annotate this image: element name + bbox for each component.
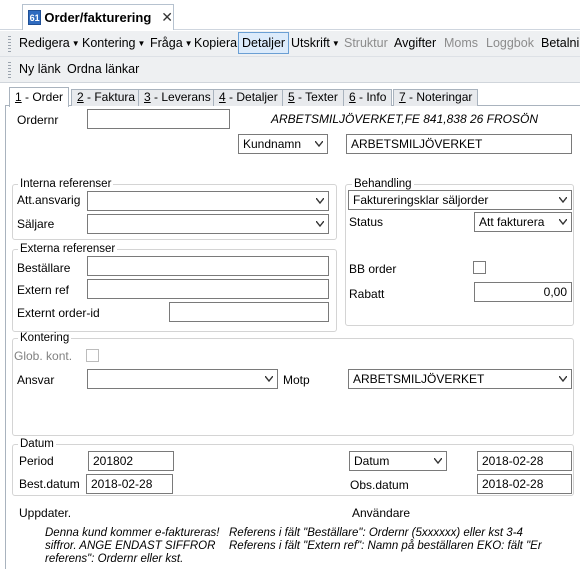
- caret-down-icon: ▼: [71, 39, 80, 48]
- chevron-down-icon: [265, 376, 273, 382]
- motp-label: Motp: [283, 373, 310, 387]
- status-select[interactable]: Att fakturera: [474, 212, 572, 232]
- toolbar-grip-icon[interactable]: [8, 62, 11, 78]
- rabatt-label: Rabatt: [349, 287, 385, 301]
- datum-title: Datum: [18, 438, 56, 450]
- motp-select[interactable]: ARBETSMILJÖVERKET: [348, 369, 572, 389]
- tab-detaljer[interactable]: 4 - Detaljer: [213, 89, 284, 106]
- chevron-down-icon: [316, 198, 324, 204]
- arrange-links-button[interactable]: Ordna länkar: [67, 62, 139, 76]
- betalningar-button[interactable]: Betalningar: [541, 36, 580, 50]
- tab-order[interactable]: 1 - Order: [9, 87, 70, 107]
- menu-redigera[interactable]: Redigera ▼: [19, 36, 80, 50]
- tab-strip: 1 - Order 2 - Faktura 3 - Leverans 4 - D…: [0, 87, 580, 107]
- main-toolbar: Redigera ▼ Kontering ▼ Fråga ▼ Kopiera Deta…: [0, 31, 580, 57]
- chevron-down-icon: [315, 141, 323, 147]
- saljare-label: Säljare: [17, 217, 55, 231]
- chevron-down-icon: [559, 219, 567, 225]
- loggbok-button[interactable]: Loggbok: [486, 36, 534, 50]
- close-icon[interactable]: ✕: [161, 9, 173, 26]
- new-link-button[interactable]: Ny länk: [19, 62, 61, 76]
- note-left: Denna kund kommer e-faktureras! siffror.…: [45, 527, 220, 565]
- externt-order-id-label: Externt order-id: [17, 306, 100, 320]
- tab-texter[interactable]: 5 - Texter: [282, 89, 344, 106]
- menu-utskrift[interactable]: Utskrift ▼: [291, 36, 340, 50]
- kontering-title: Kontering: [18, 332, 72, 344]
- handling-title: Behandling: [352, 178, 414, 190]
- moms-button[interactable]: Moms: [444, 36, 478, 50]
- bestallare-label: Beställare: [17, 261, 71, 275]
- window-title: Order/fakturering: [44, 10, 152, 25]
- ansvar-label: Ansvar: [17, 373, 55, 387]
- chevron-down-icon: [559, 376, 567, 382]
- tab-noteringar[interactable]: 7 - Noteringar: [393, 89, 479, 106]
- glob-kont-label: Glob. kont.: [14, 349, 73, 363]
- period-label: Period: [19, 454, 54, 468]
- caret-down-icon: ▼: [184, 39, 193, 48]
- period-input[interactable]: 201802: [88, 451, 174, 471]
- tab-faktura[interactable]: 2 - Faktura: [71, 89, 142, 106]
- document-tab[interactable]: 61 Order/fakturering ✕: [22, 4, 174, 30]
- bb-order-label: BB order: [349, 262, 397, 276]
- att-ansvarig-label: Att.ansvarig: [17, 193, 81, 207]
- app-icon: 61: [28, 10, 42, 25]
- external-refs-title: Externa referenser: [18, 243, 118, 255]
- datum-type-select[interactable]: Datum: [349, 451, 447, 471]
- kopiera-button[interactable]: Kopiera: [194, 36, 237, 50]
- chevron-down-icon: [316, 221, 324, 227]
- internal-refs-title: Interna referenser: [18, 178, 114, 190]
- bestallare-input[interactable]: [87, 256, 329, 276]
- avgifter-button[interactable]: Avgifter: [394, 36, 436, 50]
- detaljer-button[interactable]: Detaljer: [238, 32, 290, 54]
- customer-info: ARBETSMILJÖVERKET,FE 841,838 26 FROSÖN: [271, 112, 538, 126]
- status-label: Status: [349, 215, 384, 229]
- att-ansvarig-select[interactable]: [87, 191, 329, 211]
- toolbar-grip-icon[interactable]: [8, 36, 11, 52]
- saljare-select[interactable]: [87, 214, 329, 234]
- tab-leverans[interactable]: 3 - Leverans: [138, 89, 217, 106]
- best-datum-input[interactable]: 2018-02-28: [86, 474, 173, 494]
- rabatt-input[interactable]: 0,00: [474, 282, 572, 302]
- tab-panel: [5, 105, 580, 569]
- user-label: Användare: [352, 506, 411, 520]
- ordernr-input[interactable]: [87, 109, 230, 129]
- customer-name-input[interactable]: ARBETSMILJÖVERKET: [346, 134, 572, 154]
- note-right: Referens i fält "Beställare": Ordernr (5…: [229, 527, 542, 552]
- extern-ref-label: Extern ref: [17, 283, 70, 297]
- caret-down-icon: ▼: [137, 39, 146, 48]
- extern-ref-input[interactable]: [87, 279, 329, 299]
- externt-order-id-input[interactable]: [169, 302, 329, 322]
- datum-input[interactable]: 2018-02-28: [477, 451, 572, 471]
- menu-fraga[interactable]: Fråga ▼: [150, 36, 193, 50]
- window-tabbar: 61 Order/fakturering ✕: [0, 0, 580, 30]
- tab-info[interactable]: 6 - Info: [343, 89, 393, 106]
- ordernr-label: Ordernr: [17, 113, 59, 127]
- customer-key-select[interactable]: Kundnamn: [238, 134, 328, 154]
- menu-kontering[interactable]: Kontering ▼: [82, 36, 145, 50]
- struktur-button[interactable]: Struktur: [344, 36, 388, 50]
- handling-state-select[interactable]: Faktureringsklar säljorder: [348, 190, 572, 210]
- obs-datum-label: Obs.datum: [350, 478, 409, 492]
- glob-kont-checkbox[interactable]: [86, 349, 99, 362]
- updated-label: Uppdater.: [19, 506, 72, 520]
- obs-datum-input[interactable]: 2018-02-28: [477, 474, 572, 494]
- links-toolbar: Ny länk Ordna länkar: [0, 57, 580, 83]
- best-datum-label: Best.datum: [19, 477, 80, 491]
- chevron-down-icon: [434, 458, 442, 464]
- caret-down-icon: ▼: [331, 39, 340, 48]
- chevron-down-icon: [559, 197, 567, 203]
- ansvar-select[interactable]: [87, 369, 278, 389]
- bb-order-checkbox[interactable]: [473, 261, 486, 274]
